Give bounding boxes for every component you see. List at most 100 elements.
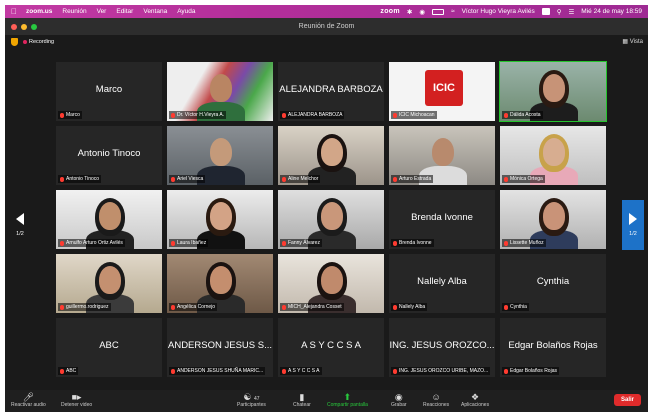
prev-page-button[interactable]: 1/2	[9, 200, 31, 250]
participant-name-text: Angélica Cornejo	[177, 304, 216, 310]
window-title: Reunión de Zoom	[298, 23, 355, 30]
next-page-button[interactable]: 1/2	[622, 200, 644, 250]
participant-display-name: ANDERSON JESUS S...	[168, 340, 272, 351]
page-indicator-left: 1/2	[16, 231, 24, 237]
participant-display-name: Cynthia	[536, 276, 570, 287]
participants-button[interactable]: ☯ 47 Participantes	[237, 392, 266, 408]
participant-name-label: Dálida Acosta	[502, 111, 543, 119]
participant-tile[interactable]: Marco Marco	[55, 61, 163, 122]
participant-name-label: guillermo.rodriguez	[58, 303, 111, 311]
mic-muted-icon	[171, 112, 175, 118]
video-camera-icon: ■▸	[71, 392, 82, 402]
participant-tile[interactable]: ANDERSON JESUS S... ANDERSON JESUS SHUÑA …	[166, 317, 274, 378]
participant-name-text: ANDERSON JESUS SHUÑA MARIC...	[177, 368, 264, 374]
input-source-icon[interactable]	[541, 8, 550, 15]
participant-name-text: ABC	[66, 368, 77, 374]
mic-muted-icon	[504, 368, 508, 374]
participant-name-text: Arnulfo Arturo Ortiz Avilés	[66, 240, 123, 246]
recording-label: Recording	[29, 39, 55, 45]
zoom-status-icon[interactable]: zoom	[380, 8, 399, 15]
mic-muted-icon	[504, 176, 508, 182]
participant-tile[interactable]: Dálida Acosta	[499, 61, 607, 122]
view-label: Vista	[629, 39, 643, 45]
mic-muted-icon	[393, 176, 397, 182]
participant-name-text: Cynthia	[510, 304, 527, 310]
menu-reunion[interactable]: Reunión	[62, 8, 86, 15]
chat-button[interactable]: ▮ Chatear	[293, 392, 311, 408]
reactions-icon: ☺	[431, 392, 441, 402]
participant-name-label: ALEJANDRA BARBOZA	[280, 111, 345, 119]
participant-tile[interactable]: Arturo Estrada	[388, 125, 496, 186]
participant-name-label: Edgar Bolaños Rojas	[502, 367, 559, 375]
participant-tile[interactable]: A S Y C C S A A S Y C C S A	[277, 317, 385, 378]
participant-name-label: Ariel Viesca	[169, 175, 206, 183]
share-screen-button[interactable]: ⬆ Compartir pantalla	[327, 392, 368, 408]
participant-name-text: Brenda Ivonne	[399, 240, 432, 246]
record-icon: ◉	[394, 392, 403, 402]
view-button[interactable]: ▦ Vista	[622, 38, 643, 45]
spotlight-icon[interactable]: ⚲	[557, 8, 562, 16]
participant-name-text: Arturo Estrada	[399, 176, 432, 182]
participant-tile[interactable]: Angélica Cornejo	[166, 253, 274, 314]
menu-editar[interactable]: Editar	[116, 8, 133, 15]
participant-tile[interactable]: Antonio Tinoco Antonio Tinoco	[55, 125, 163, 186]
participant-name-label: Lissette Muñoz	[502, 239, 546, 247]
wifi-icon[interactable]: ≈	[451, 8, 455, 15]
participant-display-name: ALEJANDRA BARBOZA	[279, 84, 383, 95]
participant-name-label: Brenda Ivonne	[391, 239, 434, 247]
participant-tile[interactable]: MICH_Alejandra Cosset	[277, 253, 385, 314]
participant-tile[interactable]: ING. JESUS OROZCO... ING. JESUS OROZCO UR…	[388, 317, 496, 378]
security-shield-icon[interactable]	[11, 38, 18, 46]
meeting-toolbar: 🎤︎ Reactivar audio ■▸ Detener video ☯ 47…	[5, 390, 648, 412]
participant-name-text: MICH_Alejandra Cosset	[288, 304, 342, 310]
menu-ventana[interactable]: Ventana	[143, 8, 167, 15]
participant-name-label: Nallely Alba	[391, 303, 428, 311]
participant-name-text: ICIC Michoacan	[399, 112, 435, 118]
participant-name-text: Edgar Bolaños Rojas	[510, 368, 557, 374]
record-status-icon[interactable]: ◉	[419, 8, 425, 16]
participant-tile[interactable]: Brenda Ivonne Brenda Ivonne	[388, 189, 496, 250]
participant-tile[interactable]: Nallely Alba Nallely Alba	[388, 253, 496, 314]
participant-tile[interactable]: ICIC ICIC Michoacan	[388, 61, 496, 122]
control-center-icon[interactable]: ☰	[568, 8, 574, 16]
share-screen-icon: ⬆	[343, 392, 352, 402]
window-titlebar: Reunión de Zoom	[5, 18, 648, 35]
menu-zoom[interactable]: zoom.us	[26, 8, 52, 15]
apps-button[interactable]: ❖ Aplicaciones	[461, 392, 489, 408]
participant-name-label: Aline Melchor	[280, 175, 321, 183]
participant-tile[interactable]: Dr. Víctor H.Vieyra A.	[166, 61, 274, 122]
participant-tile[interactable]: ABC ABC	[55, 317, 163, 378]
apple-icon[interactable]: 	[11, 7, 17, 16]
participant-name-text: Laura Ibañez	[177, 240, 207, 246]
menubar-user[interactable]: Víctor Hugo Vieyra Avilés	[462, 8, 535, 15]
menu-ver[interactable]: Ver	[97, 8, 107, 15]
participant-tile[interactable]: Cynthia Cynthia	[499, 253, 607, 314]
participant-tile[interactable]: Mónica Ortega	[499, 125, 607, 186]
participant-tile[interactable]: Arnulfo Arturo Ortiz Avilés	[55, 189, 163, 250]
mic-muted-icon	[282, 176, 286, 182]
unmute-button[interactable]: 🎤︎ Reactivar audio	[11, 392, 46, 408]
battery-icon[interactable]	[432, 8, 445, 15]
mic-muted-icon	[60, 240, 64, 246]
participant-tile[interactable]: Ariel Viesca	[166, 125, 274, 186]
participant-tile[interactable]: guillermo.rodriguez	[55, 253, 163, 314]
participant-tile[interactable]: ALEJANDRA BARBOZA ALEJANDRA BARBOZA	[277, 61, 385, 122]
participant-name-text: ALEJANDRA BARBOZA	[288, 112, 343, 118]
menubar-datetime[interactable]: Mié 24 de may 18:59	[581, 8, 642, 15]
mic-muted-icon	[504, 304, 508, 310]
participant-tile[interactable]: Lissette Muñoz	[499, 189, 607, 250]
arrow-left-icon	[16, 213, 24, 225]
participant-name-text: Dr. Víctor H.Vieyra A.	[177, 112, 225, 118]
menu-ayuda[interactable]: Ayuda	[177, 8, 195, 15]
participant-tile[interactable]: Edgar Bolaños Rojas Edgar Bolaños Rojas	[499, 317, 607, 378]
bluetooth-icon[interactable]: ✱	[407, 8, 412, 16]
participant-tile[interactable]: Aline Melchor	[277, 125, 385, 186]
stop-video-button[interactable]: ■▸ Detener video	[61, 392, 92, 408]
mic-muted-icon	[282, 368, 286, 374]
reactions-button[interactable]: ☺ Reacciones	[423, 392, 449, 408]
record-button[interactable]: ◉ Grabar	[391, 392, 407, 408]
participant-tile[interactable]: Laura Ibañez	[166, 189, 274, 250]
participant-name-text: Lissette Muñoz	[510, 240, 544, 246]
participant-tile[interactable]: Fanny Álvarez	[277, 189, 385, 250]
leave-button[interactable]: Salir	[613, 394, 641, 406]
